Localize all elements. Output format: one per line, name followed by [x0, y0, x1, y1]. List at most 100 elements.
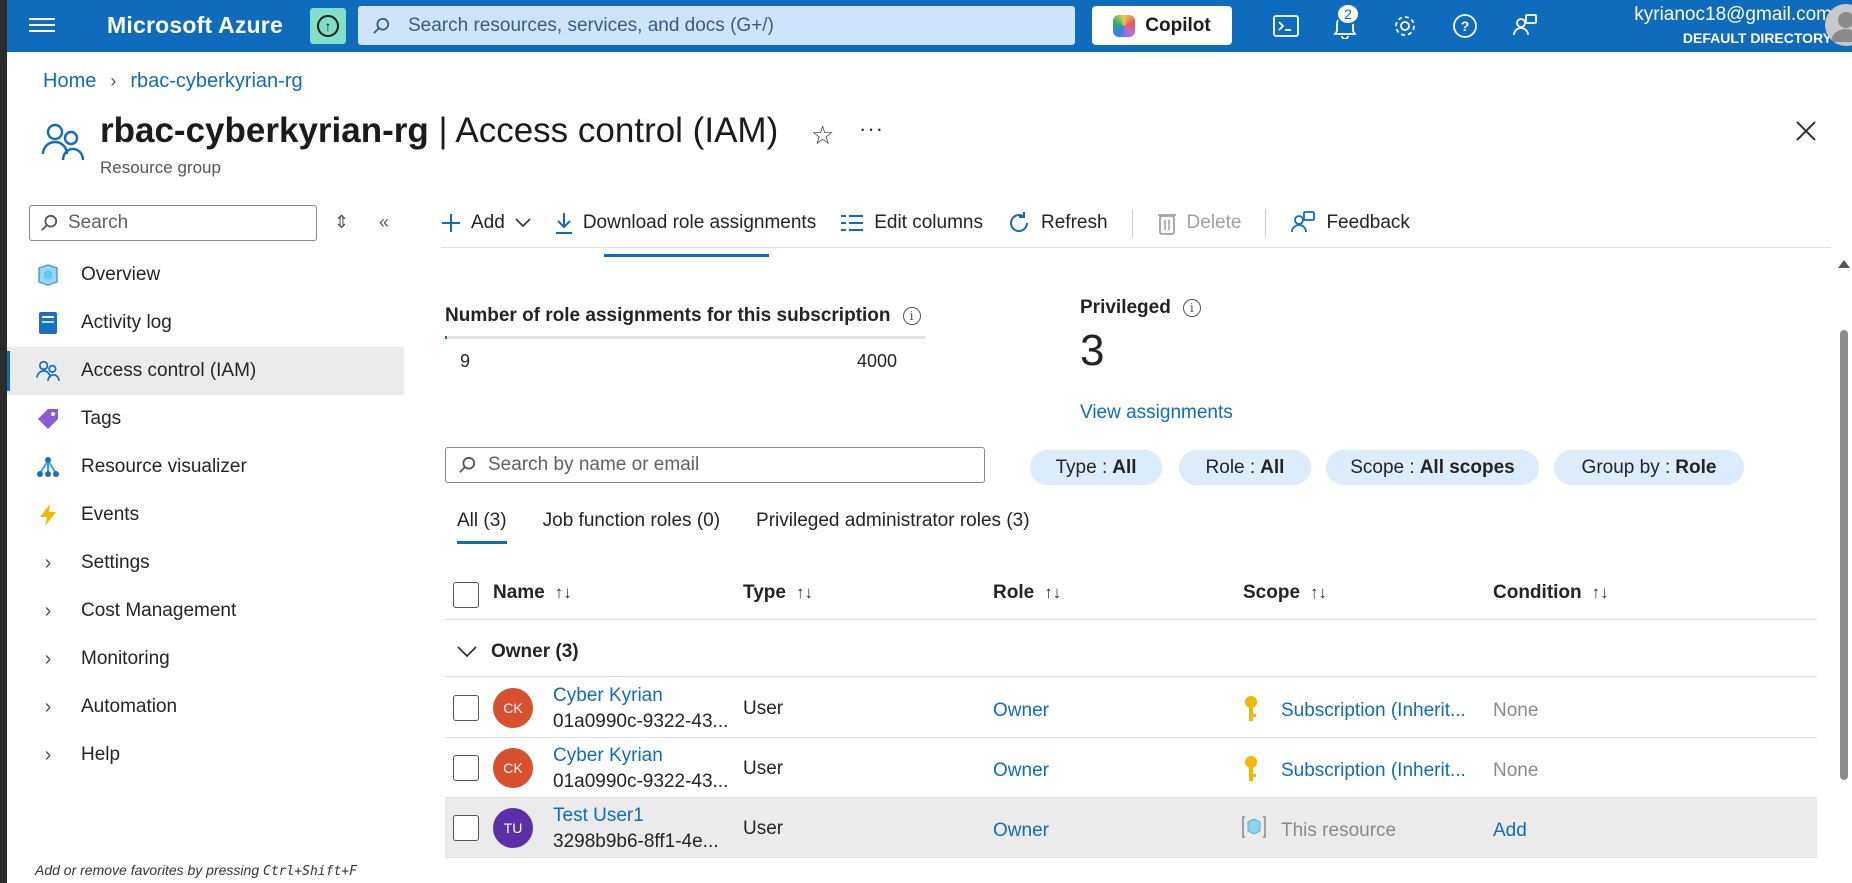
- search-icon: [459, 456, 476, 473]
- portal-frame: Microsoft Azure ↑ Search resources, serv…: [7, 0, 1852, 883]
- privileged-count: 3: [1080, 326, 1105, 375]
- feedback-button[interactable]: Feedback: [1290, 210, 1410, 236]
- edit-columns-label: Edit columns: [874, 212, 983, 233]
- column-header-type[interactable]: Type ↑↓: [743, 582, 813, 604]
- page-title-separator: |: [428, 111, 456, 150]
- feedback-icon[interactable]: [1509, 10, 1541, 42]
- row-checkbox[interactable]: [453, 755, 479, 781]
- sidebar-item-label: Cost Management: [81, 600, 237, 621]
- select-all-checkbox[interactable]: [453, 582, 479, 608]
- search-icon: [41, 214, 58, 231]
- download-icon: [555, 213, 572, 234]
- brand-name[interactable]: Microsoft Azure: [107, 12, 283, 39]
- row-scope-link[interactable]: Subscription (Inherit...: [1281, 760, 1466, 782]
- collapse-sidebar-icon[interactable]: «: [379, 212, 389, 233]
- row-condition-add-link[interactable]: Add: [1493, 820, 1527, 842]
- cloud-shell-icon[interactable]: [1270, 10, 1302, 42]
- info-icon[interactable]: i: [1182, 299, 1201, 317]
- nav-search-input[interactable]: Search: [29, 205, 317, 241]
- sidebar-group-settings[interactable]: › Settings: [7, 539, 404, 587]
- filter-pill-group-by[interactable]: Group by : Role: [1554, 450, 1744, 485]
- filter-pill-key: Group by :: [1581, 456, 1671, 478]
- avatar: CK: [493, 688, 533, 728]
- edit-columns-button[interactable]: Edit columns: [840, 212, 983, 234]
- sidebar-item-resource-visualizer[interactable]: Resource visualizer: [7, 443, 404, 491]
- trash-icon: [1157, 214, 1176, 235]
- scroll-up-arrow-icon[interactable]: [1838, 260, 1850, 268]
- name-email-search-input[interactable]: Search by name or email: [445, 447, 985, 483]
- toolbar-divider: [1131, 209, 1133, 237]
- add-button[interactable]: Add: [441, 212, 531, 234]
- breadcrumb: Home › rbac-cyberkyrian-rg: [43, 70, 303, 93]
- top-bar: Microsoft Azure ↑ Search resources, serv…: [7, 0, 1852, 52]
- copilot-button[interactable]: Copilot: [1092, 6, 1232, 45]
- tab-all[interactable]: All (3): [457, 510, 507, 544]
- scrollbar-thumb[interactable]: [1840, 330, 1848, 780]
- filter-pill-role[interactable]: Role : All: [1179, 450, 1311, 485]
- tab-job-function-roles[interactable]: Job function roles (0): [543, 510, 720, 544]
- settings-gear-icon[interactable]: [1389, 10, 1421, 42]
- row-scope-link[interactable]: Subscription (Inherit...: [1281, 700, 1466, 722]
- sidebar-item-events[interactable]: Events: [7, 491, 404, 539]
- activity-log-icon: [35, 310, 61, 336]
- key-icon: [1243, 755, 1259, 789]
- row-name-link[interactable]: Test User1: [553, 805, 644, 827]
- close-icon[interactable]: [1794, 119, 1820, 145]
- sidebar-group-automation[interactable]: › Automation: [7, 683, 404, 731]
- expand-collapse-icon[interactable]: ⇕: [334, 212, 349, 233]
- row-checkbox[interactable]: [453, 815, 479, 841]
- sidebar-item-activity-log[interactable]: Activity log: [7, 299, 404, 347]
- row-name-link[interactable]: Cyber Kyrian: [553, 745, 663, 767]
- sidebar-item-label: Activity log: [81, 312, 172, 333]
- sidebar-group-help[interactable]: › Help: [7, 731, 404, 779]
- sidebar-group-cost-management[interactable]: › Cost Management: [7, 587, 404, 635]
- sidebar-group-monitoring[interactable]: › Monitoring: [7, 635, 404, 683]
- sidebar-item-access-control[interactable]: Access control (IAM): [7, 347, 404, 395]
- feedback-icon: [1291, 211, 1316, 233]
- account-directory[interactable]: DEFAULT DIRECTORY: [1582, 30, 1832, 46]
- delete-button[interactable]: Delete: [1157, 211, 1241, 235]
- column-header-condition[interactable]: Condition ↑↓: [1493, 582, 1609, 604]
- sidebar-item-tags[interactable]: Tags: [7, 395, 404, 443]
- favorite-star-icon[interactable]: ☆: [811, 120, 834, 151]
- column-header-label: Type: [743, 582, 786, 603]
- account-email[interactable]: kyrianoc18@gmail.com: [1582, 4, 1832, 26]
- breadcrumb-resource[interactable]: rbac-cyberkyrian-rg: [130, 70, 302, 93]
- table-row[interactable]: CK Cyber Kyrian 01a0990c-9322-43... User…: [445, 738, 1817, 798]
- tab-privileged-administrator-roles[interactable]: Privileged administrator roles (3): [756, 510, 1030, 544]
- filter-pill-type[interactable]: Type : All: [1030, 450, 1162, 485]
- sidebar-item-overview[interactable]: Overview: [7, 251, 404, 299]
- refresh-button[interactable]: Refresh: [1007, 211, 1108, 235]
- page-title: rbac-cyberkyrian-rg | Access control (IA…: [100, 111, 778, 151]
- vertical-scrollbar[interactable]: [1836, 254, 1852, 883]
- view-assignments-link[interactable]: View assignments: [1080, 402, 1233, 424]
- column-header-scope[interactable]: Scope ↑↓: [1243, 582, 1327, 604]
- visualizer-icon: [35, 454, 61, 480]
- sort-icon: ↑↓: [554, 583, 572, 602]
- column-header-role[interactable]: Role ↑↓: [993, 582, 1061, 604]
- row-role-link[interactable]: Owner: [993, 820, 1049, 842]
- row-role-link[interactable]: Owner: [993, 700, 1049, 722]
- download-label: Download role assignments: [582, 212, 817, 233]
- sidebar-item-label: Tags: [81, 408, 122, 429]
- table-row[interactable]: TU Test User1 3298b9b6-8ff1-4e... User O…: [445, 798, 1817, 858]
- upgrade-icon[interactable]: ↑: [310, 8, 346, 44]
- hamburger-menu-icon[interactable]: [29, 14, 55, 38]
- role-assignments-progress-bar: [445, 336, 925, 339]
- row-name-link[interactable]: Cyber Kyrian: [553, 685, 663, 707]
- download-role-assignments-button[interactable]: Download role assignments: [555, 212, 816, 234]
- more-options-icon[interactable]: ···: [859, 116, 884, 142]
- filter-pill-scope[interactable]: Scope : All scopes: [1326, 450, 1539, 485]
- global-search-input[interactable]: Search resources, services, and docs (G+…: [358, 6, 1075, 45]
- table-row[interactable]: CK Cyber Kyrian 01a0990c-9322-43... User…: [445, 678, 1817, 738]
- row-role-link[interactable]: Owner: [993, 760, 1049, 782]
- row-checkbox[interactable]: [453, 695, 479, 721]
- row-condition: None: [1493, 760, 1539, 781]
- info-icon[interactable]: i: [902, 307, 921, 325]
- help-icon[interactable]: ?: [1449, 10, 1481, 42]
- column-header-name[interactable]: Name ↑↓: [493, 582, 572, 604]
- privileged-label: Privileged i: [1080, 297, 1201, 319]
- sort-icon: ↑↓: [1044, 583, 1062, 602]
- group-row-owner[interactable]: Owner (3): [445, 627, 1817, 677]
- breadcrumb-home[interactable]: Home: [43, 70, 96, 93]
